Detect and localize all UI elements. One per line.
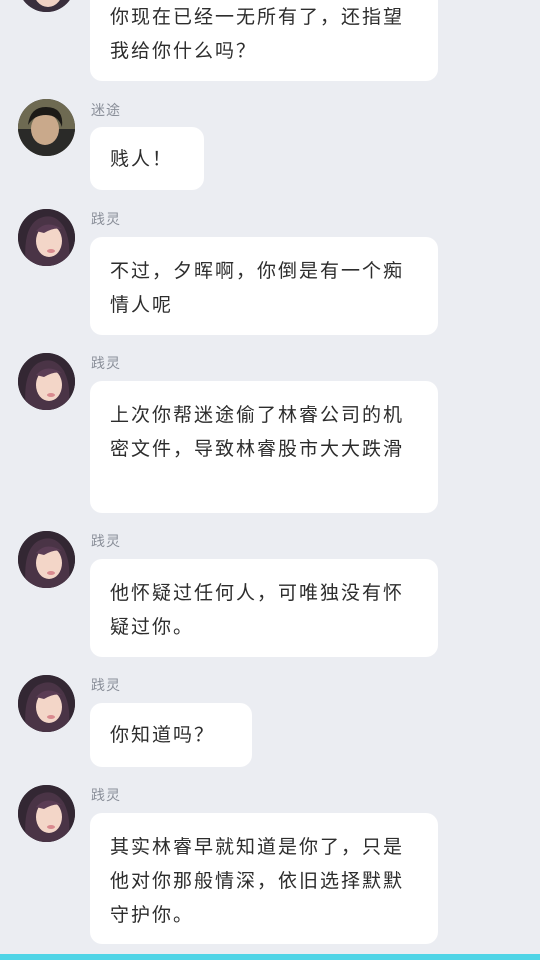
woman-avatar[interactable] [18, 675, 75, 732]
boy-avatar[interactable] [18, 99, 75, 156]
sender-name: 践灵 [91, 788, 121, 804]
message-text: 其实林睿早就知道是你了，只是他对你那般情深，依旧选择默默守护你。 [110, 836, 405, 926]
message-text: 贱人！ [110, 148, 174, 170]
message-text: 你现在已经一无所有了，还指望我给你什么吗？ [110, 6, 405, 62]
message-bubble[interactable]: 上次你帮迷途偷了林睿公司的机密文件，导致林睿股市大大跌滑 [90, 381, 438, 513]
message-bubble[interactable]: 他怀疑过任何人，可唯独没有怀疑过你。 [90, 559, 438, 657]
sender-name: 践灵 [91, 534, 121, 550]
woman-avatar[interactable] [18, 785, 75, 842]
message-text: 他怀疑过任何人，可唯独没有怀疑过你。 [110, 582, 405, 638]
chat-message-list[interactable]: 你现在已经一无所有了，还指望我给你什么吗？ 迷途 贱人！ 践灵 不过，夕晖啊，你… [0, 0, 540, 960]
sender-name: 践灵 [91, 678, 121, 694]
message-bubble[interactable]: 你知道吗？ [90, 703, 252, 767]
sender-name: 迷途 [91, 103, 121, 119]
message-text: 你知道吗？ [110, 724, 216, 746]
message-bubble[interactable]: 其实林睿早就知道是你了，只是他对你那般情深，依旧选择默默守护你。 [90, 813, 438, 944]
sender-name: 践灵 [91, 356, 121, 372]
bottom-accent-bar [0, 954, 540, 960]
message-bubble[interactable]: 贱人！ [90, 127, 204, 190]
message-text: 不过，夕晖啊，你倒是有一个痴情人呢 [110, 260, 405, 316]
sender-name: 践灵 [91, 212, 121, 228]
message-bubble[interactable]: 你现在已经一无所有了，还指望我给你什么吗？ [90, 0, 438, 81]
woman-avatar[interactable] [18, 209, 75, 266]
woman-avatar[interactable] [18, 353, 75, 410]
woman-avatar[interactable] [18, 531, 75, 588]
message-bubble[interactable]: 不过，夕晖啊，你倒是有一个痴情人呢 [90, 237, 438, 335]
message-text: 上次你帮迷途偷了林睿公司的机密文件，导致林睿股市大大跌滑 [110, 404, 405, 460]
woman-avatar[interactable] [18, 0, 75, 12]
